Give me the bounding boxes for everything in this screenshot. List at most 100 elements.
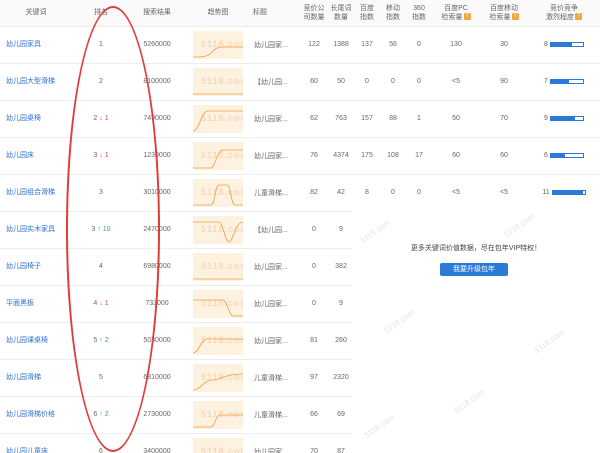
watermark: 5118.com [502, 211, 537, 240]
watermark: 5118.com [382, 307, 417, 336]
baidu-pc-cell: 60 [432, 137, 480, 175]
header-baidu-pc: 百度PC 检索量? [432, 0, 480, 27]
title-cell: 幼儿园家... [252, 322, 300, 360]
bid-cell: 60 [300, 63, 328, 101]
keyword-link[interactable]: 幼儿园床 [6, 152, 34, 159]
baidu-index-cell: 137 [354, 26, 380, 64]
arrow-down-icon: ↓ [99, 115, 103, 122]
trend-chart[interactable]: 5118.com [193, 363, 243, 392]
results-cell: 5260000 [130, 26, 184, 64]
trend-line [193, 278, 243, 279]
keyword-link[interactable]: 幼儿园滑梯价格 [6, 411, 55, 418]
trend-chart[interactable]: 5118.com [193, 400, 243, 429]
trend-chart[interactable]: 5118.com [193, 252, 243, 281]
rank-change-value: 1 [104, 115, 109, 122]
keyword-cell: 幼儿园床 [0, 137, 72, 175]
trend-chart[interactable]: 5118.com [193, 30, 243, 59]
trend-chart[interactable]: 5118.com [193, 289, 243, 318]
trend-cell: 5118.com [184, 433, 252, 453]
competition-fill [550, 117, 575, 120]
trend-chart[interactable]: 5118.com [193, 437, 243, 453]
results-cell: 7490000 [130, 100, 184, 138]
help-icon[interactable]: ? [575, 13, 582, 21]
competition-value: 11 [542, 189, 550, 196]
trend-chart[interactable]: 5118.com [193, 178, 243, 207]
keyword-link[interactable]: 幼儿园滑梯 [6, 374, 41, 381]
trend-cell: 5118.com [184, 285, 252, 323]
index-360-cell: 0 [406, 63, 432, 101]
trend-chart[interactable]: 5118.com [193, 104, 243, 133]
rank-change-down: ↓ 1 [99, 152, 108, 159]
results-cell: 8100000 [130, 63, 184, 101]
header-long-tail: 长尾词 数量 [328, 0, 354, 27]
keyword-link[interactable]: 平面黑板 [6, 300, 34, 307]
trend-chart[interactable]: 5118.com [193, 141, 243, 170]
rank-value: 6 [93, 411, 98, 418]
title-cell: 儿童滑梯... [252, 396, 300, 434]
header-rank: 排名 [72, 0, 130, 27]
rank-cell: 2 ↓ 1 [72, 100, 130, 138]
keyword-link[interactable]: 幼儿园组合滑梯 [6, 189, 55, 196]
long-tail-cell: 1388 [328, 26, 354, 64]
rank-change-value: 1 [104, 152, 109, 159]
table-row: 幼儿园床3↓ 112300005118.com幼儿园家...7643741751… [0, 137, 600, 175]
rank-change-up: ↑ 2 [99, 411, 108, 418]
trend-cell: 5118.com [184, 248, 252, 286]
rank-value: 2 [93, 115, 98, 122]
long-tail-cell: 87 [328, 433, 354, 453]
title-cell: 幼儿园家... [252, 100, 300, 138]
trend-line [193, 149, 243, 168]
competition-bar [549, 116, 584, 121]
keyword-cell: 幼儿园滑梯 [0, 359, 72, 397]
trend-chart[interactable]: 5118.com [193, 326, 243, 355]
table-row: 幼儿园大型滑梯281000005118.com【幼儿园...6050000<59… [0, 63, 600, 101]
keyword-link[interactable]: 幼儿园大型滑梯 [6, 78, 55, 85]
bid-cell: 0 [300, 285, 328, 323]
arrow-up-icon: ↑ [97, 226, 101, 233]
trend-chart[interactable]: 5118.com [193, 215, 243, 244]
trend-line [193, 221, 243, 242]
baidu-index-cell: 175 [354, 137, 380, 175]
keyword-link[interactable]: 幼儿园实木家具 [6, 226, 55, 233]
title-cell: 儿童滑梯... [252, 359, 300, 397]
keyword-link[interactable]: 幼儿园儿童床 [6, 448, 48, 453]
index-360-cell: 0 [406, 26, 432, 64]
table-header-row: 关键词 排名 搜索结果 趋势图 标题 竞价公 司数量 长尾词 数量 百度 指数 … [0, 0, 600, 27]
keyword-link[interactable]: 幼儿园课桌椅 [6, 337, 48, 344]
trend-cell: 5118.com [184, 322, 252, 360]
keyword-link[interactable]: 幼儿园桌椅 [6, 115, 41, 122]
results-cell: 733000 [130, 285, 184, 323]
rank-cell: 6 [72, 433, 130, 453]
rank-cell: 4 [72, 248, 130, 286]
upgrade-vip-button[interactable]: 我要升级包年 [440, 263, 508, 276]
watermark: 5118.com [532, 327, 567, 356]
results-cell: 6980000 [130, 248, 184, 286]
rank-change-value: 2 [104, 337, 109, 344]
trend-chart[interactable]: 5118.com [193, 67, 243, 96]
watermark: 5118.com [362, 412, 397, 441]
competition-bar [549, 79, 584, 84]
rank-cell: 1 [72, 26, 130, 64]
header-competition: 竞价竞争 激烈程度? [528, 0, 600, 27]
keyword-cell: 幼儿园课桌椅 [0, 322, 72, 360]
help-icon[interactable]: ? [511, 13, 519, 21]
header-baidu-mobile: 百度移动 检索量? [480, 0, 528, 27]
competition-value: 9 [544, 115, 548, 122]
competition-fill [550, 43, 572, 46]
baidu-pc-cell: 130 [432, 26, 480, 64]
help-icon[interactable]: ? [463, 13, 471, 21]
keyword-cell: 平面黑板 [0, 285, 72, 323]
long-tail-cell: 50 [328, 63, 354, 101]
keyword-link[interactable]: 幼儿园椅子 [6, 263, 41, 270]
trend-cell: 5118.com [184, 26, 252, 64]
rank-cell: 3 ↑ 10 [72, 211, 130, 249]
long-tail-cell: 42 [328, 174, 354, 212]
keyword-link[interactable]: 幼儿园家具 [6, 41, 41, 48]
header-keyword: 关键词 [0, 0, 72, 27]
header-baidu-index: 百度 指数 [354, 0, 380, 27]
trend-cell: 5118.com [184, 63, 252, 101]
trend-line [193, 299, 243, 316]
rank-value: 1 [99, 41, 103, 48]
index-360-cell: 1 [406, 100, 432, 138]
vip-upsell-panel: 5118.com 5118.com 5118.com 5118.com 5118… [352, 207, 600, 453]
